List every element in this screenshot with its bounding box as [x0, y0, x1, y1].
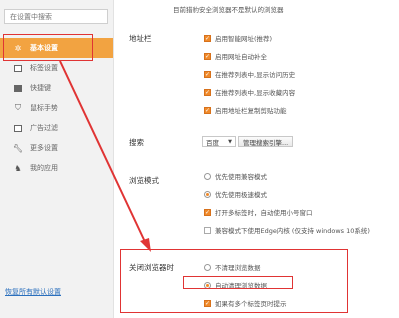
sidebar-item-label: 快捷键 [30, 84, 51, 92]
checkbox-checked[interactable]: ✓ [204, 208, 211, 216]
sidebar-nav: ✲ 基本设置 标签设置 快捷键 ⛉ 鼠标手势 广告过滤 🔧︎ 更多设置 ♞ 我的… [0, 38, 113, 178]
sidebar: ✲ 基本设置 标签设置 快捷键 ⛉ 鼠标手势 广告过滤 🔧︎ 更多设置 ♞ 我的… [0, 0, 114, 318]
option-edge-kernel[interactable]: 兼容模式下使用Edge内核 (仅支持 windows 10系统) [204, 225, 370, 235]
option-smart-url[interactable]: ✓ 启用智能网址(推荐) [204, 33, 272, 43]
default-browser-note: 目前猎豹安全浏览器不是默认的浏览器 [173, 6, 284, 14]
sidebar-item-label: 鼠标手势 [30, 104, 58, 112]
option-show-favorites[interactable]: ✓ 在推荐列表中,显示收藏内容 [204, 87, 295, 97]
tab-icon [13, 63, 23, 73]
address-bar-label: 地址栏 [129, 34, 152, 43]
radio-auto-clear[interactable]: 自动清理浏览数据 [204, 280, 267, 290]
on-close-label: 关闭浏览器时 [129, 263, 174, 272]
radio-button[interactable] [204, 172, 211, 180]
radio-button-selected[interactable] [204, 281, 211, 289]
checkbox-unchecked[interactable] [204, 226, 211, 234]
radio-fast-mode[interactable]: 优先使用极速模式 [204, 189, 267, 199]
option-url-autocomplete[interactable]: ✓ 启用网址自动补全 [204, 51, 267, 61]
browse-mode-label: 浏览模式 [129, 176, 159, 185]
search-box[interactable] [4, 9, 108, 24]
sidebar-item-mouse-gestures[interactable]: ⛉ 鼠标手势 [0, 98, 113, 118]
sidebar-item-label: 更多设置 [30, 144, 58, 152]
search-input[interactable] [5, 10, 107, 23]
sidebar-item-label: 我的应用 [30, 164, 58, 172]
sidebar-item-shortcuts[interactable]: 快捷键 [0, 78, 113, 98]
sidebar-item-basic-settings[interactable]: ✲ 基本设置 [0, 38, 113, 58]
option-address-copy[interactable]: ✓ 启用地址栏复制剪贴功能 [204, 105, 287, 115]
arrow-head [140, 238, 151, 252]
search-engine-select[interactable]: 百度 ▼ [202, 136, 236, 147]
sidebar-item-label: 标签设置 [30, 64, 58, 72]
radio-compat-mode[interactable]: 优先使用兼容模式 [204, 171, 267, 181]
checkbox-checked[interactable]: ✓ [204, 70, 211, 78]
manage-search-engines-button[interactable]: 管理搜索引擎... [238, 136, 294, 147]
checkbox-checked[interactable]: ✓ [204, 106, 211, 114]
restore-defaults-link[interactable]: 恢复所有默认设置 [5, 287, 61, 297]
option-show-history[interactable]: ✓ 在推荐列表中,显示访问历史 [204, 69, 295, 79]
sidebar-item-label: 基本设置 [30, 44, 58, 52]
radio-button[interactable] [204, 263, 211, 271]
gear-icon: ✲ [14, 43, 22, 53]
filter-icon [13, 123, 23, 133]
option-small-window[interactable]: ✓ 打开多标签时，自动使用小号窗口 [204, 207, 313, 217]
apps-icon: ♞ [14, 163, 22, 173]
sidebar-item-tab-settings[interactable]: 标签设置 [0, 58, 113, 78]
sidebar-item-more-settings[interactable]: 🔧︎ 更多设置 [0, 138, 113, 158]
chevron-down-icon: ▼ [228, 138, 232, 145]
checkbox-checked[interactable]: ✓ [204, 52, 211, 60]
sidebar-item-label: 广告过滤 [30, 124, 58, 132]
option-multi-tab-prompt[interactable]: ✓ 如果有多个标签页时提示 [204, 298, 287, 308]
checkbox-checked[interactable]: ✓ [204, 34, 211, 42]
mouse-icon: ⛉ [15, 103, 21, 112]
search-label: 搜索 [129, 138, 144, 147]
checkbox-checked[interactable]: ✓ [204, 88, 211, 96]
sidebar-item-ad-filter[interactable]: 广告过滤 [0, 118, 113, 138]
radio-no-clear[interactable]: 不清理浏览数据 [204, 262, 261, 272]
checkbox-checked[interactable]: ✓ [204, 299, 211, 307]
radio-button-selected[interactable] [204, 190, 211, 198]
keyboard-icon [13, 83, 23, 93]
wrench-icon: 🔧︎ [12, 143, 24, 153]
sidebar-item-my-apps[interactable]: ♞ 我的应用 [0, 158, 113, 178]
